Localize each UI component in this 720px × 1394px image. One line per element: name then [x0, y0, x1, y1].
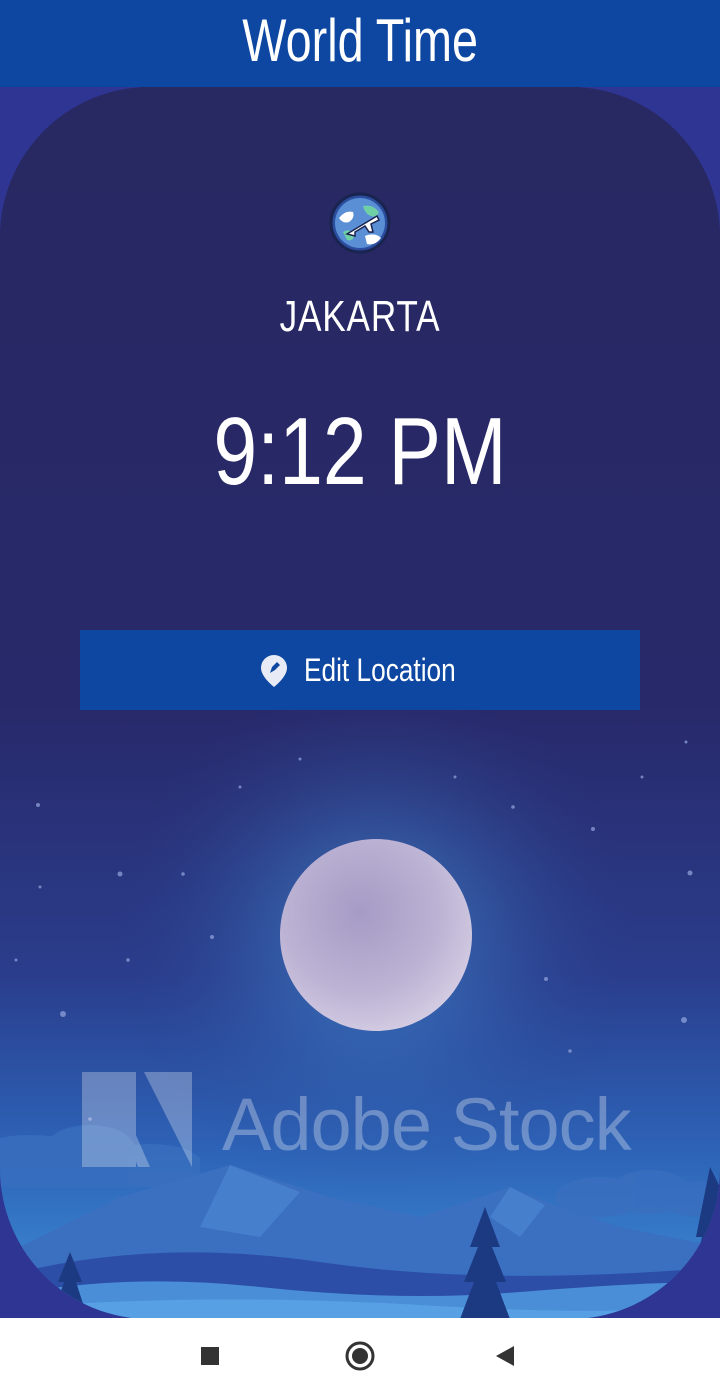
circle-icon — [345, 1341, 375, 1371]
app-bar: World Time — [0, 0, 720, 87]
back-button[interactable] — [465, 1318, 545, 1394]
recents-button[interactable] — [170, 1318, 250, 1394]
current-time: 9:12 PM — [213, 398, 507, 505]
edit-location-button[interactable]: Edit Location — [80, 630, 640, 710]
square-icon — [201, 1347, 219, 1365]
edit-location-label: Edit Location — [304, 651, 457, 688]
app-title: World Time — [242, 7, 478, 74]
globe-airplane-icon — [329, 192, 391, 254]
home-button[interactable] — [320, 1318, 400, 1394]
triangle-back-icon — [496, 1346, 514, 1366]
location-pin-icon — [261, 655, 288, 687]
app-screen: World Time Adobe Stock JAKARTA 9:12 PM E… — [0, 0, 720, 1394]
city-name: JAKARTA — [279, 292, 441, 341]
location-card: Adobe Stock JAKARTA 9:12 PM Edit Locatio… — [0, 87, 720, 1319]
system-navigation-bar — [0, 1318, 720, 1394]
watermark-text: Adobe Stock — [222, 1083, 632, 1166]
